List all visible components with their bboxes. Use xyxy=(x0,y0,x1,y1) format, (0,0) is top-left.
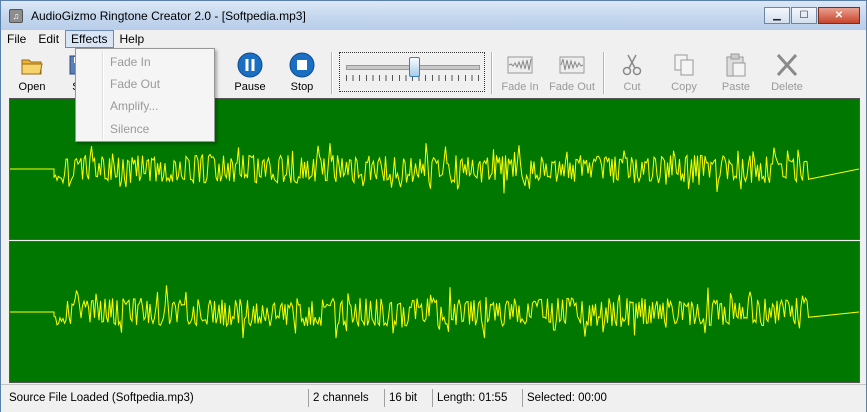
toolbar-separator xyxy=(491,52,493,94)
open-button[interactable]: Open xyxy=(11,50,53,96)
fade-in-icon xyxy=(507,56,533,74)
cut-label: Cut xyxy=(623,81,641,93)
scissors-icon xyxy=(622,54,642,76)
toolbar-separator xyxy=(603,52,605,94)
minimize-button[interactable]: ▁ xyxy=(764,7,790,24)
status-length: Length: 01:55 xyxy=(433,389,523,407)
music-note-icon[interactable]: ♫ xyxy=(9,9,23,23)
status-channels: 2 channels xyxy=(309,389,385,407)
delete-button[interactable]: Delete xyxy=(767,50,807,96)
fade-in-button[interactable]: Fade In xyxy=(498,50,542,96)
delete-label: Delete xyxy=(771,81,803,93)
menu-effects[interactable]: Effects xyxy=(65,30,114,48)
toolbar-separator xyxy=(331,52,333,94)
stop-button[interactable]: Stop xyxy=(283,50,321,96)
menu-bar: File Edit Effects Help xyxy=(1,30,866,48)
title-bar[interactable]: ♫ AudioGizmo Ringtone Creator 2.0 - [Sof… xyxy=(1,1,866,30)
status-selected: Selected: 00:00 xyxy=(527,392,607,404)
menu-gutter xyxy=(102,51,104,139)
waveform-channel-right[interactable] xyxy=(9,241,860,383)
volume-slider[interactable] xyxy=(339,52,485,92)
menu-item-fade-in[interactable]: Fade In xyxy=(110,55,151,69)
waveform-trace xyxy=(10,143,859,194)
waveform-trace xyxy=(10,285,859,339)
stop-label: Stop xyxy=(290,81,314,93)
status-bar: Source File Loaded (Softpedia.mp3) 2 cha… xyxy=(1,384,866,412)
copy-button[interactable]: Copy xyxy=(665,50,703,96)
app-window: ♫ AudioGizmo Ringtone Creator 2.0 - [Sof… xyxy=(0,0,867,412)
paste-button[interactable]: Paste xyxy=(717,50,755,96)
open-label: Open xyxy=(18,81,46,93)
menu-help[interactable]: Help xyxy=(114,30,151,48)
slider-thumb[interactable] xyxy=(409,57,420,77)
waveform-graph xyxy=(10,285,859,339)
fade-out-icon xyxy=(559,56,585,74)
fade-out-label: Fade Out xyxy=(549,81,595,93)
status-text: Source File Loaded (Softpedia.mp3) xyxy=(5,389,309,407)
pause-label: Pause xyxy=(234,81,266,93)
cut-button[interactable]: Cut xyxy=(615,50,649,96)
pause-icon xyxy=(237,52,263,78)
menu-item-fade-out[interactable]: Fade Out xyxy=(110,77,160,91)
close-button[interactable]: ✕ xyxy=(818,7,860,24)
maximize-button[interactable]: ☐ xyxy=(791,7,817,24)
menu-edit[interactable]: Edit xyxy=(32,30,65,48)
menu-file[interactable]: File xyxy=(1,30,32,48)
fade-out-button[interactable]: Fade Out xyxy=(547,50,597,96)
pause-button[interactable]: Pause xyxy=(229,50,271,96)
fade-in-label: Fade In xyxy=(501,81,539,93)
copy-label: Copy xyxy=(671,81,697,93)
status-bit-depth: 16 bit xyxy=(385,389,433,407)
paste-icon xyxy=(726,53,746,77)
caption-buttons: ▁ ☐ ✕ xyxy=(763,7,860,25)
paste-label: Paste xyxy=(721,81,751,93)
menu-item-amplify[interactable]: Amplify... xyxy=(110,99,158,113)
copy-icon xyxy=(674,54,694,76)
effects-dropdown-menu: Fade In Fade Out Amplify... Silence xyxy=(75,48,215,142)
maximize-icon: ☐ xyxy=(799,10,809,21)
delete-x-icon xyxy=(776,53,798,77)
menu-item-silence[interactable]: Silence xyxy=(110,122,149,136)
open-folder-icon xyxy=(21,59,43,75)
close-icon: ✕ xyxy=(834,10,844,21)
window-title: AudioGizmo Ringtone Creator 2.0 - [Softp… xyxy=(31,9,306,23)
minimize-icon: ▁ xyxy=(773,10,781,21)
stop-icon xyxy=(289,52,315,78)
